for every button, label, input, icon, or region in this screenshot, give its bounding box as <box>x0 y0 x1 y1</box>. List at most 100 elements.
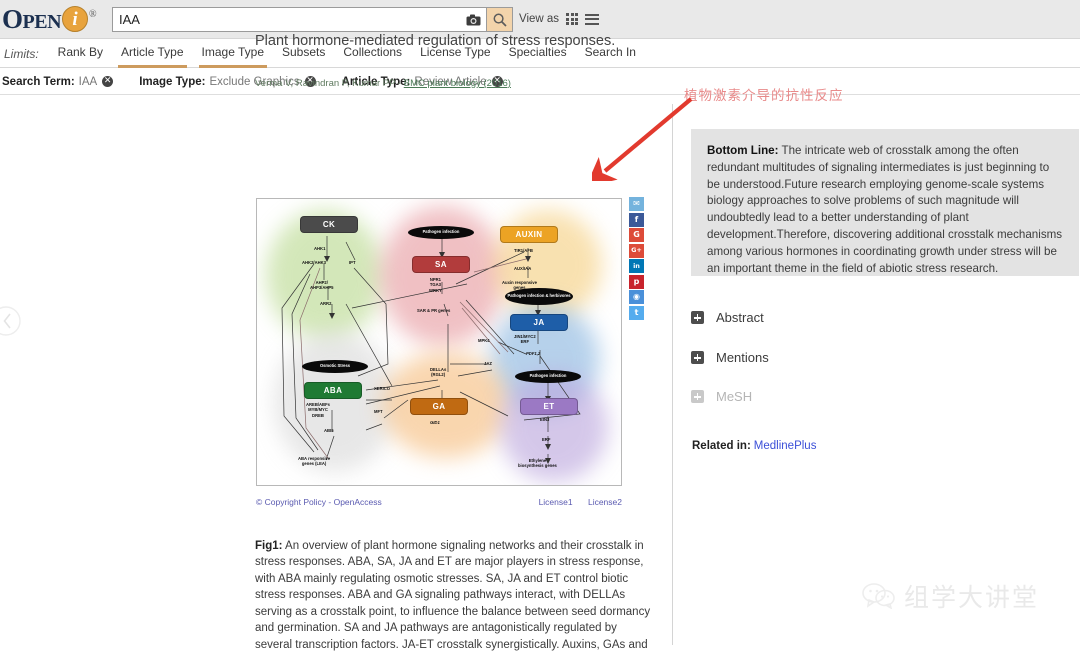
gene-ahk1: AHK1 <box>314 246 326 251</box>
gene-gid1: GID1 <box>430 420 440 425</box>
stimulus-pathogen-sa: Pathogen infection <box>408 226 474 239</box>
figure-caption-text: An overview of plant hormone signaling n… <box>255 540 651 651</box>
gene-pdf12: PDF1,2 <box>526 351 541 356</box>
page-title: Plant hormone-mediated regulation of str… <box>255 33 616 49</box>
gene-tir1-afb: TIR1/AFB <box>514 248 533 253</box>
article-header: Plant hormone-mediated regulation of str… <box>255 32 655 89</box>
gene-xerico: XERICO <box>374 386 391 391</box>
gene-erf-et: ERF <box>542 437 551 442</box>
license-links: License1 License2 <box>526 497 622 507</box>
prev-result-button[interactable] <box>0 300 24 342</box>
node-ga: GA <box>410 398 468 415</box>
expand-plus-icon <box>691 390 704 403</box>
license2-link[interactable]: License2 <box>588 497 622 507</box>
gene-aba-responsive: ABA responsive genes (LEA) <box>298 456 331 467</box>
gene-sar-pr-genes: SAR & PR genes <box>417 308 451 313</box>
gene-jin1-myc2-erf: JIN1/MYC2 ERF <box>514 334 536 345</box>
figure-image[interactable]: CK SA AUXIN JA ABA GA ET Pathogen infect… <box>256 198 622 486</box>
accordion-mesh[interactable]: MeSH <box>691 389 752 404</box>
social-share-strip: ✉ f G G+ in p ◉ t <box>629 197 644 321</box>
column-divider <box>672 104 673 645</box>
node-sa: SA <box>412 256 470 273</box>
gene-npr1-tga3-wrky: NPR1 TGA3 WRKY <box>429 277 442 293</box>
gene-jaz: JAZ <box>484 361 492 366</box>
expand-plus-icon <box>691 311 704 324</box>
linkedin-share-icon[interactable]: in <box>629 259 644 273</box>
related-in-row: Related in: MedlinePlus <box>692 440 816 452</box>
gene-dellas-rgl2: DELLAs (RGL2) <box>430 367 447 378</box>
accordion-label: Abstract <box>716 310 764 325</box>
node-aba: ABA <box>304 382 362 399</box>
openi-logo[interactable]: OPEN i ® <box>2 3 97 35</box>
copyright-policy-link[interactable]: © Copyright Policy - OpenAccess <box>256 497 382 507</box>
gene-abi5: ABI5 <box>324 428 334 433</box>
twitter-share-icon[interactable]: t <box>629 305 644 320</box>
related-label: Related in: <box>692 440 751 452</box>
view-as-label: View as <box>519 13 560 25</box>
gene-ipt: IPT <box>349 260 356 265</box>
remove-filter-icon[interactable]: ✕ <box>102 76 114 87</box>
search-button[interactable] <box>487 7 513 32</box>
filter-value: IAA <box>78 75 98 88</box>
gene-ahk2-ahk3: AHK2/AHK3 <box>302 260 326 265</box>
node-ja: JA <box>510 314 568 331</box>
filter-key: Search Term: <box>2 75 75 88</box>
googleplus-share-icon[interactable]: G+ <box>629 243 644 258</box>
logo-registered-mark: ® <box>89 8 97 20</box>
medlineplus-link[interactable]: MedlinePlus <box>754 440 817 452</box>
camera-icon[interactable] <box>460 8 486 31</box>
figure-license-row: © Copyright Policy - OpenAccess License1… <box>256 497 622 507</box>
chinese-annotation-text: 植物激素介导的抗性反应 <box>684 88 844 104</box>
google-share-icon[interactable]: G <box>629 228 644 242</box>
license1-link[interactable]: License1 <box>539 497 573 507</box>
email-share-icon[interactable]: ✉ <box>629 197 644 211</box>
gene-areb-myb-dreb: AREB/ABFs MYB/MYC DREB <box>306 402 330 418</box>
limits-tab-rank-by[interactable]: Rank By <box>49 40 112 67</box>
reddit-share-icon[interactable]: ◉ <box>629 290 644 304</box>
stimulus-osmotic-stress: Osmotic Stress <box>302 360 368 373</box>
stimulus-pathogen-herbivores: Pathogen infection & herbivores <box>505 288 573 305</box>
grid-view-icon[interactable] <box>566 13 579 25</box>
gene-mpk4: MPK4 <box>478 338 490 343</box>
bottom-line-label: Bottom Line: <box>707 144 779 157</box>
facebook-share-icon[interactable]: f <box>629 212 644 227</box>
figure-caption: Fig1: An overview of plant hormone signa… <box>255 538 653 653</box>
figure-caption-label: Fig1: <box>255 540 283 552</box>
gene-ethylene-biosynth: Ethylene biosynthesis genes <box>518 458 557 469</box>
limits-label: Limits: <box>4 46 39 61</box>
node-auxin: AUXIN <box>500 226 558 243</box>
accordion-mentions[interactable]: Mentions <box>691 350 769 365</box>
watermark-text: 组学大讲堂 <box>904 583 1040 612</box>
accordion-abstract[interactable]: Abstract <box>691 310 764 325</box>
accordion-label: Mentions <box>716 350 769 365</box>
magnifier-icon <box>493 13 507 27</box>
expand-plus-icon <box>691 351 704 364</box>
stimulus-pathogen-et: Pathogen infection <box>515 370 581 383</box>
red-arrow-annotation <box>592 97 693 181</box>
journal-link[interactable]: BMC plant biology (2016) <box>404 78 511 89</box>
list-view-icon[interactable] <box>585 13 600 25</box>
gene-mft: MFT <box>374 409 383 414</box>
filter-chip-search-term: Search Term: IAA ✕ <box>2 75 114 88</box>
limits-tab-article-type[interactable]: Article Type <box>112 40 192 68</box>
logo-i-badge: i <box>62 6 89 32</box>
gene-arr2: ARR2 <box>320 301 332 306</box>
article-authors: Verma V, Ravindran P, Kumar PP - <box>255 77 404 89</box>
article-citation: Verma V, Ravindran P, Kumar PP - BMC pla… <box>255 78 655 89</box>
pathway-diagram: CK SA AUXIN JA ABA GA ET Pathogen infect… <box>262 204 616 482</box>
logo-text: OPEN <box>2 3 62 34</box>
filter-key: Image Type: <box>139 75 206 88</box>
node-et: ET <box>520 398 578 415</box>
gene-aux-iaa: AUX/IAA <box>514 266 532 271</box>
accordion-label: MeSH <box>716 389 753 404</box>
search-input[interactable] <box>113 8 460 31</box>
bottom-line-panel: Bottom Line: The intricate web of crosst… <box>691 129 1079 276</box>
gene-ein3: EIN3 <box>540 417 550 422</box>
wechat-logo-icon <box>862 583 895 609</box>
view-as-control: View as <box>519 13 600 25</box>
wechat-watermark: 组学大讲堂 <box>862 578 1039 614</box>
search-box[interactable] <box>112 7 487 32</box>
pinterest-share-icon[interactable]: p <box>629 274 644 289</box>
gene-ahp: AHP2/ AHP3/AHP5 <box>310 280 334 291</box>
bottom-line-text: The intricate web of crosstalk among the… <box>707 144 1063 275</box>
